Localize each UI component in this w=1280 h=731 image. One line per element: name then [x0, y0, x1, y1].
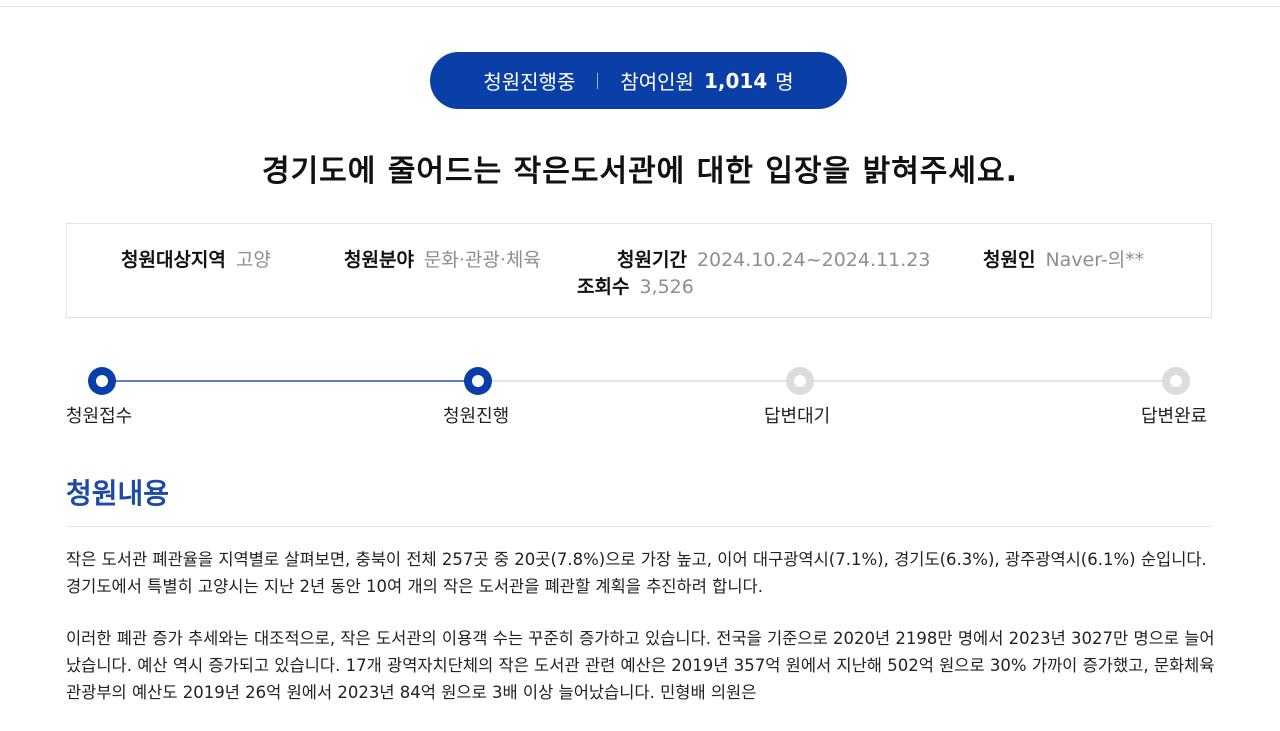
- info-petitioner-label: 청원인: [983, 249, 1036, 271]
- top-divider: [0, 6, 1280, 7]
- progress-line-complete: [102, 380, 478, 382]
- info-field: 청원분야 문화·관광·체육: [344, 245, 541, 272]
- info-region: 청원대상지역 고양: [121, 245, 271, 272]
- info-petitioner-value: Naver-의**: [1045, 249, 1145, 271]
- section-divider: [66, 526, 1212, 527]
- step-received-dot: [88, 367, 116, 395]
- info-period: 청원기간 2024.10.24~2024.11.23: [617, 245, 930, 272]
- petition-progress: 청원접수 청원진행 답변대기 답변완료: [0, 360, 1280, 430]
- info-field-value: 문화·관광·체육: [423, 249, 541, 271]
- content-paragraph: 작은 도서관 폐관율을 지역별로 살펴보면, 충북이 전체 257곳 중 20곳…: [66, 550, 1207, 596]
- step-in-progress-label: 청원진행: [443, 406, 510, 427]
- step-in-progress-dot: [464, 367, 492, 395]
- status-separator: [597, 72, 599, 89]
- info-field-label: 청원분야: [344, 249, 414, 271]
- content-paragraph: 이러한 폐관 증가 추세와는 대조적으로, 작은 도서관의 이용객 수는 꾸준히…: [66, 629, 1215, 702]
- info-petitioner: 청원인 Naver-의**: [983, 245, 1144, 272]
- step-received-label: 청원접수: [66, 406, 133, 427]
- petition-title: 경기도에 줄어드는 작은도서관에 대한 입장을 밝혀주세요.: [261, 154, 1019, 189]
- step-awaiting-answer-dot: [786, 367, 814, 395]
- status-state: 청원진행중: [483, 70, 576, 94]
- step-answered-label: 답변완료: [1141, 406, 1208, 427]
- info-views: 조회수 3,526: [577, 272, 694, 299]
- section-heading: 청원내용: [66, 477, 170, 510]
- participants-unit: 명: [775, 70, 794, 94]
- petition-status-badge: 청원진행중 참여인원 1,014 명: [430, 52, 847, 109]
- petition-info-box: 청원대상지역 고양 청원분야 문화·관광·체육 청원기간 2024.10.24~202…: [66, 223, 1212, 318]
- info-region-label: 청원대상지역: [121, 249, 226, 271]
- info-period-label: 청원기간: [617, 249, 687, 271]
- info-views-value: 3,526: [639, 276, 694, 298]
- step-awaiting-answer-label: 답변대기: [764, 406, 831, 427]
- info-views-label: 조회수: [577, 276, 630, 298]
- step-answered-dot: [1162, 367, 1190, 395]
- info-period-value: 2024.10.24~2024.11.23: [696, 249, 931, 271]
- participants-count: 1,014: [703, 68, 768, 93]
- participants-label: 참여인원: [620, 70, 694, 94]
- petition-content: 작은 도서관 폐관율을 지역별로 살펴보면, 충북이 전체 257곳 중 20곳…: [66, 546, 1216, 731]
- info-region-value: 고양: [235, 249, 271, 271]
- progress-line-remaining: [478, 380, 1176, 382]
